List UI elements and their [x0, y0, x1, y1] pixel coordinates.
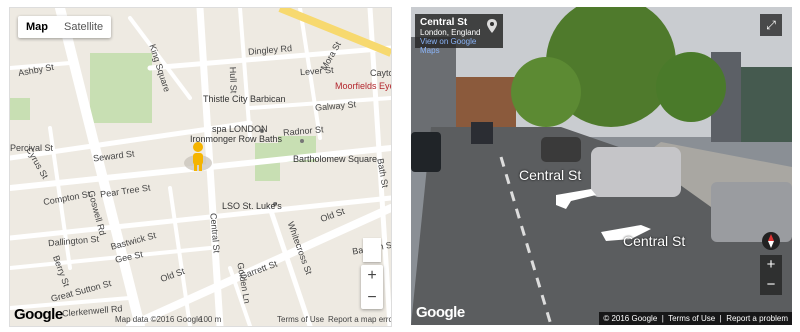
map-data-credit: Map data ©2016 Google [115, 315, 203, 324]
fullscreen-icon[interactable]: ⤢ [760, 14, 782, 36]
google-logo: Google [14, 306, 63, 323]
view-on-google-maps-link[interactable]: View on Google Maps [420, 37, 498, 55]
terms-link[interactable]: Terms of Use [277, 315, 324, 324]
poi-label: Thistle City Barbican [203, 94, 286, 104]
car-left [411, 132, 441, 172]
zoom-control: + − [760, 255, 782, 295]
bus [471, 122, 493, 144]
report-map-error-link[interactable]: Report a map error [328, 315, 391, 324]
poi-label: Bartholomew Square [293, 154, 378, 164]
google-logo: Google [416, 304, 465, 321]
map-pin-icon [487, 19, 497, 33]
zoom-out-button[interactable]: − [361, 287, 383, 309]
map-type-satellite-button[interactable]: Satellite [56, 16, 111, 38]
zoom-out-button[interactable]: − [760, 275, 782, 295]
street-label: Hull St [227, 66, 239, 94]
car [541, 137, 581, 162]
poi-label: Ironmonger Row Baths [190, 134, 283, 144]
street-view-footer: © 2016 Google | Terms of Use | Report a … [599, 312, 792, 325]
street-view-panel[interactable]: Central St London, England View on Googl… [411, 7, 792, 325]
pegman-control-icon[interactable] [363, 238, 381, 262]
street-label: Central St [623, 233, 686, 249]
map-type-control: Map Satellite [18, 16, 112, 38]
map-panel[interactable]: Map Satellite Ashby St King Square Dingl… [9, 7, 392, 327]
park-king-square [90, 53, 152, 123]
park-left [10, 98, 30, 120]
copyright-label: © 2016 Google [603, 314, 658, 323]
van [591, 147, 681, 197]
poi-label: Moorfields Eye H [335, 81, 391, 91]
compass-icon[interactable] [762, 232, 780, 250]
scale-label: 100 m [199, 315, 222, 324]
report-problem-link[interactable]: Report a problem [726, 314, 788, 323]
map-type-map-button[interactable]: Map [18, 16, 56, 38]
zoom-in-button[interactable]: + [760, 255, 782, 275]
zoom-control: + − [361, 265, 383, 309]
zoom-in-button[interactable]: + [361, 265, 383, 287]
street-label: Cayto [370, 68, 392, 78]
poi-label: spa LONDON [212, 124, 268, 134]
street-label: Central St [519, 167, 582, 183]
terms-link[interactable]: Terms of Use [668, 314, 715, 323]
poi-label: LSO St. Luke's [222, 201, 282, 211]
